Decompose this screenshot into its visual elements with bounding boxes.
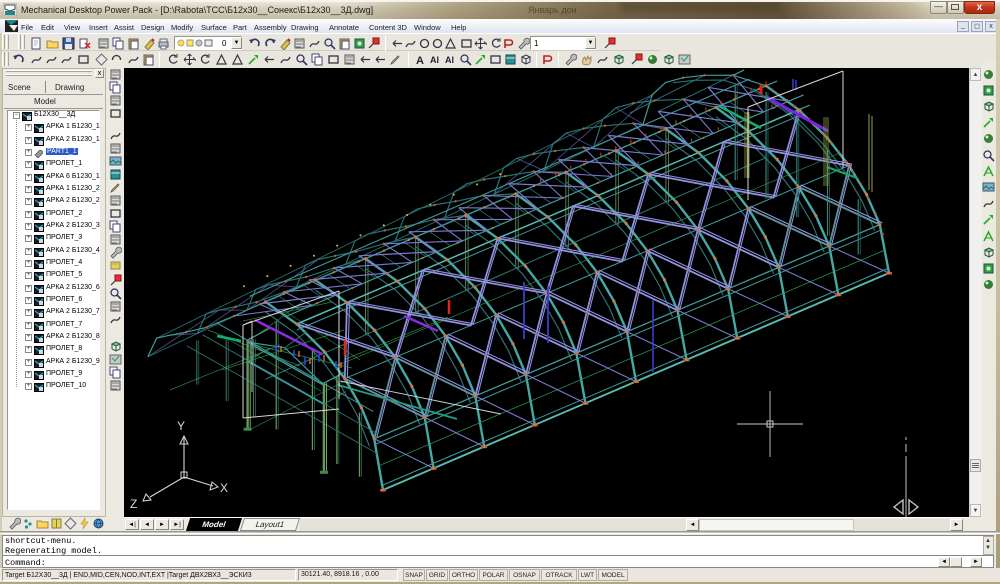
svg-text:Z: Z [130, 497, 137, 511]
svg-text:A: A [416, 55, 424, 66]
svg-text:Al: Al [430, 55, 439, 65]
svg-text:Y: Y [177, 419, 185, 433]
svg-text:Al: Al [445, 55, 454, 65]
svg-text:X: X [220, 481, 228, 495]
